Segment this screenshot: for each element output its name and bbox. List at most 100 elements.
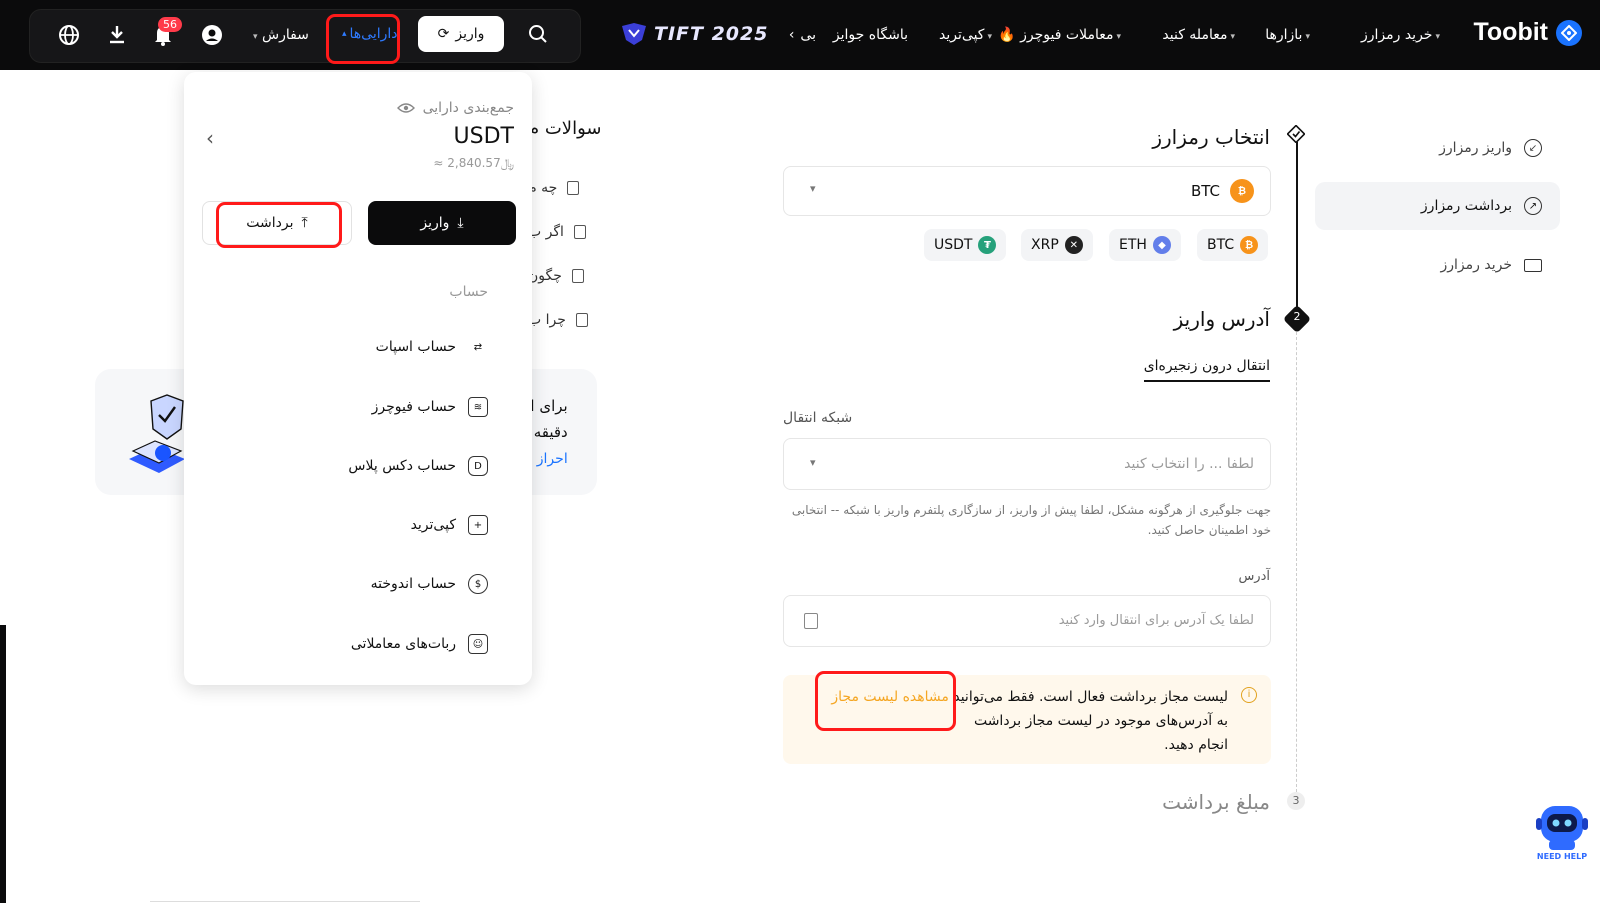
coin-pill-btc[interactable]: BTC ₿: [1197, 229, 1269, 261]
account-item-savings[interactable]: حساب اندوخته $: [371, 574, 488, 594]
account-item-label: حساب دکس پلاس: [348, 458, 456, 474]
step-check-icon: [1286, 124, 1306, 144]
chevron-down-icon: ▾: [810, 182, 816, 195]
step3-title: مبلغ برداشت: [1162, 790, 1270, 814]
info-icon: i: [1241, 687, 1257, 703]
network-select[interactable]: لطفا ... را انتخاب کنید ▾: [783, 438, 1271, 490]
assets-dropdown: جمع‌بندی دارایی USDT ≈ ﷼2,840.57 ‹ واریز…: [184, 72, 532, 685]
nav-rewards-label: باشگاه جوایز: [832, 27, 908, 43]
selected-coin-label: BTC: [1190, 182, 1220, 200]
robot-icon: ☺: [468, 634, 488, 654]
coin-dollar-icon: $: [468, 574, 488, 594]
swap-icon: ⇄: [473, 341, 483, 353]
chevron-left-icon[interactable]: ‹: [206, 126, 214, 150]
nav-more-label: بی: [800, 27, 816, 43]
orders-menu-label: سفارش: [261, 27, 309, 43]
chevron-left-icon: ‹: [788, 27, 795, 43]
nav-copytrade[interactable]: کپی‌ترید ▾: [939, 27, 992, 43]
tab-onchain-transfer[interactable]: انتقال درون زنجیره‌ای: [1143, 358, 1270, 382]
document-icon: [575, 313, 588, 327]
kyc-promo-line2: دقیقه: [533, 423, 568, 441]
account-item-spot[interactable]: حساب اسپات ⇄: [376, 337, 488, 357]
sidebar-item-label: خرید رمزارز: [1440, 257, 1512, 273]
highlight-assets: [326, 14, 400, 64]
shield-logo-icon: [622, 23, 646, 45]
eye-icon[interactable]: [396, 102, 415, 114]
faq-item[interactable]: چگون: [528, 268, 584, 284]
nav-futures[interactable]: 🔥 معاملات فیوچرز ▾: [998, 27, 1121, 43]
warning-line-1: لیست مجاز برداشت فعال است. فقط می‌توانید: [953, 689, 1228, 705]
arrow-in-icon: ↙: [1524, 139, 1542, 157]
chevron-down-icon: ▾: [1116, 32, 1121, 42]
chevron-down-icon: ▾: [1435, 32, 1440, 42]
account-item-label: حساب اسپات: [375, 339, 456, 355]
nav-futures-label: معاملات فیوچرز: [1020, 27, 1114, 43]
address-book-icon[interactable]: [804, 613, 818, 629]
shield-check-illustration: [129, 394, 185, 473]
coin-pill-xrp[interactable]: XRP ✕: [1021, 229, 1093, 261]
brand-logo[interactable]: Toobit: [1474, 18, 1582, 47]
balance-value: USDT: [453, 124, 514, 149]
faq-item-label: چه م: [528, 180, 558, 196]
header-deposit-button[interactable]: ⟳ واریز: [418, 16, 504, 52]
sidebar-item-withdraw-crypto[interactable]: برداشت رمزارز ↗: [1315, 182, 1560, 230]
dropdown-deposit-label: واریز: [420, 215, 450, 231]
fire-icon: 🔥: [998, 27, 1016, 43]
sidebar-item-deposit-crypto[interactable]: واریز رمزارز ↙: [1315, 124, 1560, 172]
step-2-number: 2: [1293, 310, 1301, 323]
refresh-icon: ⟳: [437, 26, 450, 42]
account-item-trading-bots[interactable]: ربات‌های معاملاتی ☺: [351, 634, 488, 654]
network-hint: جهت جلوگیری از هرگونه مشکل، لطفا پیش از …: [791, 503, 1271, 537]
xrp-icon: ✕: [1064, 236, 1083, 254]
btc-icon: ₿: [1240, 236, 1259, 254]
toobit-logo-icon: [1556, 19, 1582, 46]
nav-buy-crypto[interactable]: خرید رمزارز ▾: [1361, 27, 1440, 43]
network-placeholder: لطفا ... را انتخاب کنید: [1124, 456, 1254, 472]
download-icon: ⤓: [457, 215, 464, 231]
account-item-copytrade[interactable]: کپی‌ترید +: [411, 515, 488, 535]
help-bot-label: NEED HELP: [1536, 852, 1588, 861]
dropdown-deposit-button[interactable]: واریز ⤓: [368, 201, 516, 245]
document-icon: [571, 269, 584, 283]
arrow-out-icon: ↗: [1524, 197, 1542, 215]
orders-menu[interactable]: ▾ سفارش: [250, 27, 309, 43]
search-icon[interactable]: [528, 24, 548, 44]
account-section-label: حساب: [449, 284, 488, 300]
faq-item[interactable]: اگر ب: [528, 224, 586, 240]
nav-markets-label: بازارها: [1265, 27, 1303, 43]
highlight-withdraw-button: [216, 202, 342, 248]
coin-pill-eth[interactable]: ETH ◆: [1109, 229, 1181, 261]
user-avatar-icon[interactable]: [201, 24, 223, 46]
nav-trade[interactable]: معامله کنید ▾: [1162, 27, 1235, 43]
faq-title: سوالات م: [528, 118, 602, 139]
faq-item[interactable]: چرا ب: [528, 312, 588, 328]
coin-select[interactable]: BTC ₿ ▾: [783, 166, 1271, 216]
account-item-label: کپی‌ترید: [410, 517, 456, 533]
address-input[interactable]: لطفا یک آدرس برای انتقال وارد کنید: [783, 595, 1271, 647]
account-item-dex-plus[interactable]: حساب دکس پلاس D: [348, 456, 488, 476]
balance-fiat: ≈ ﷼2,840.57: [433, 156, 514, 170]
nav-rewards-club[interactable]: باشگاه جوایز: [833, 27, 908, 43]
nav-copytrade-label: کپی‌ترید: [939, 27, 985, 43]
chevron-down-icon: ▾: [1230, 32, 1235, 42]
nav-more[interactable]: ‹ بی: [789, 27, 816, 43]
stepper-line: [1296, 142, 1298, 318]
help-bot-button[interactable]: NEED HELP: [1533, 800, 1591, 861]
eth-icon: ◆: [1152, 236, 1171, 254]
nav-markets[interactable]: بازارها ▾: [1265, 27, 1310, 43]
warning-line-3: انجام دهید.: [1164, 737, 1228, 753]
coin-pill-label: XRP: [1031, 237, 1059, 253]
chevron-down-icon: ▾: [1305, 32, 1310, 42]
address-placeholder: لطفا یک آدرس برای انتقال وارد کنید: [1058, 613, 1254, 628]
coin-pill-usdt[interactable]: USDT ₮: [924, 229, 1007, 261]
download-icon[interactable]: [107, 24, 127, 44]
account-item-futures[interactable]: حساب فیوچرز ≋: [372, 397, 488, 417]
globe-icon[interactable]: [58, 24, 80, 46]
warning-line-2: به آدرس‌های موجود در لیست مجاز برداشت: [973, 713, 1228, 729]
notification-badge: 56: [158, 17, 182, 32]
sidebar-item-buy-crypto[interactable]: خرید رمزارز: [1315, 241, 1560, 289]
highlight-whitelist-link: [815, 671, 956, 731]
step-3-number: 3: [1287, 792, 1305, 810]
faq-item[interactable]: چه م: [528, 180, 580, 196]
tift-promo-banner[interactable]: TIFT 2025: [620, 22, 768, 46]
